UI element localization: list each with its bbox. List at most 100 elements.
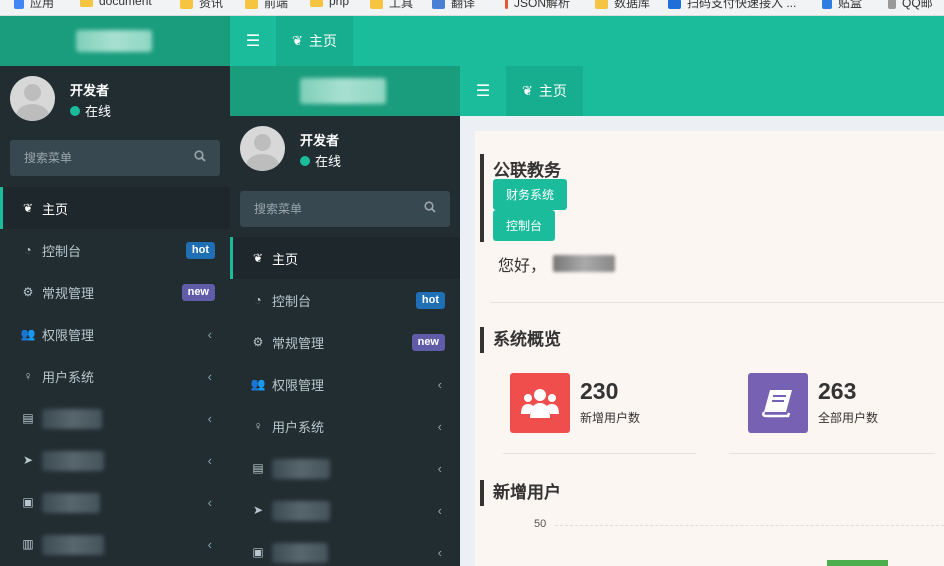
paper-plane-icon: ➤ [252,503,264,517]
avatar[interactable] [10,76,55,121]
search-icon[interactable] [194,150,206,162]
hot-badge: hot [185,241,215,259]
sidebar-item-user-system[interactable]: ♀ 用户系统 ‹ [0,355,230,397]
users-icon: 👥 [20,327,36,341]
tab-home[interactable]: ❦ 主页 [276,16,353,66]
sidebar-item-general[interactable]: ⚙ 常规管理 new [230,321,460,363]
axis-tick-label: 50 [534,518,547,530]
leaf-icon: ❦ [292,33,303,48]
sidebar-item-blurred-4[interactable]: ▥ ‹ [0,523,230,565]
bookmark-news[interactable]: 资讯 [180,0,223,11]
user-status: 在线 [70,101,111,120]
sidebar-item-permissions[interactable]: 👥 权限管理 ‹ [230,363,460,405]
sidebar-item-general[interactable]: ⚙ 常规管理 new [0,271,230,313]
leaf-icon: ❦ [22,201,34,215]
sidebar-item-console[interactable]: ◔ 控制台 hot [0,229,230,271]
money-icon: ▣ [252,545,264,559]
cogs-icon: ⚙ [22,285,34,299]
chevron-left-icon: ‹ [207,368,212,384]
bookmark-payment[interactable]: 扫码支付快速接入 ... [668,0,796,11]
sidebar-item-permissions[interactable]: 👥 权限管理 ‹ [0,313,230,355]
sidebar-item-user-system[interactable]: ♀ 用户系统 ‹ [230,405,460,447]
chevron-left-icon: ‹ [437,502,442,518]
chevron-left-icon: ‹ [207,494,212,510]
outer-logo-area[interactable] [0,16,230,66]
username-blurred [553,255,615,272]
new-badge: new [411,333,445,351]
divider [729,453,935,454]
all-users-label: 全部用户数 [818,411,879,425]
bookmark-document[interactable]: document [80,0,152,8]
id-card-icon: ▤ [22,411,34,425]
cogs-icon: ⚙ [252,335,264,349]
sidebar-item-blurred-2[interactable]: ➤ ‹ [230,489,460,531]
sidebar-item-home[interactable]: ❦ 主页 [230,237,460,279]
sidebar-item-blurred-2[interactable]: ➤ ‹ [0,439,230,481]
online-dot-icon [70,105,80,116]
user-name: 开发者 [70,83,110,98]
users-icon: 👥 [250,377,266,391]
tab-home[interactable]: ❦ 主页 [506,66,583,116]
bookmark-database[interactable]: 数据库 [595,0,650,11]
chevron-left-icon: ‹ [207,452,212,468]
bookmark-apps[interactable]: 应用 [14,0,54,11]
chevron-left-icon: ‹ [437,544,442,560]
new-users-stat-icon [510,373,570,433]
outer-topbar: ☰ ❦ 主页 [230,16,944,66]
bookmark-tiehe[interactable]: 贴盒 [822,0,862,11]
avatar[interactable] [240,126,285,171]
overview-title: 系统概览 [480,327,561,353]
bookmark-php[interactable]: php [310,0,349,8]
chevron-left-icon: ‹ [437,418,442,434]
inner-logo-area[interactable] [230,66,460,116]
search-icon[interactable] [424,201,436,213]
search-box [10,140,220,176]
divider [490,302,944,303]
new-users-label: 新增用户数 [580,411,641,425]
inner-topbar: ☰ ❦ 主页 [460,66,944,116]
chart-bar [827,560,888,566]
greeting-text: 您好， [498,258,547,275]
chevron-left-icon: ‹ [207,326,212,342]
sidebar-item-blurred-1[interactable]: ▤ ‹ [230,447,460,489]
bookmarks-bar: 应用 document 资讯 前端 php 工具 翻译 JSON解析 数据库 扫… [0,0,944,16]
paper-plane-icon: ➤ [22,453,34,467]
money-icon: ▣ [22,495,34,509]
sidebar-item-home[interactable]: ❦ 主页 [0,187,230,229]
bookmark-json[interactable]: JSON解析 [505,0,570,11]
dashboard-icon: ◔ [254,293,262,307]
bookmark-frontend[interactable]: 前端 [245,0,288,11]
online-dot-icon [300,155,310,166]
console-button[interactable]: 控制台 [493,210,556,241]
all-users-count: 263 [818,378,857,404]
new-users-title: 新增用户 [480,480,561,506]
new-badge: new [181,283,215,301]
menu-toggle-icon[interactable]: ☰ [460,66,506,116]
user-status: 在线 [300,151,341,170]
users-icon [521,389,559,418]
chevron-left-icon: ‹ [437,376,442,392]
hot-badge: hot [415,291,445,309]
bookmark-translate[interactable]: 翻译 [432,0,475,11]
finance-system-button[interactable]: 财务系统 [493,179,568,210]
outer-sidebar: 开发者 在线 ❦主页 ◔控制台 hot ⚙常规管理 new 👥权限管理 ‹ ♀用… [0,66,230,566]
sidebar-item-blurred-1[interactable]: ▤ ‹ [0,397,230,439]
menu-toggle-icon[interactable]: ☰ [230,16,276,66]
user-panel: 开发者 在线 [230,116,460,178]
search-input[interactable] [10,140,180,176]
divider [503,453,696,454]
chevron-left-icon: ‹ [437,460,442,476]
book-icon [762,390,792,418]
sidebar-item-blurred-3[interactable]: ▣ ‹ [230,531,460,566]
search-input[interactable] [240,191,410,227]
bookmark-tools[interactable]: 工具 [370,0,413,11]
all-users-stat-icon [748,373,808,433]
user-panel: 开发者 在线 [0,66,230,128]
bookmark-qqmail[interactable]: QQ邮 [888,0,933,11]
logo-blurred [300,78,386,104]
map-icon: ▥ [22,537,34,551]
chart-gridline [555,525,944,526]
sidebar-item-console[interactable]: ◔ 控制台 hot [230,279,460,321]
leaf-icon: ❦ [522,83,533,98]
sidebar-item-blurred-3[interactable]: ▣ ‹ [0,481,230,523]
